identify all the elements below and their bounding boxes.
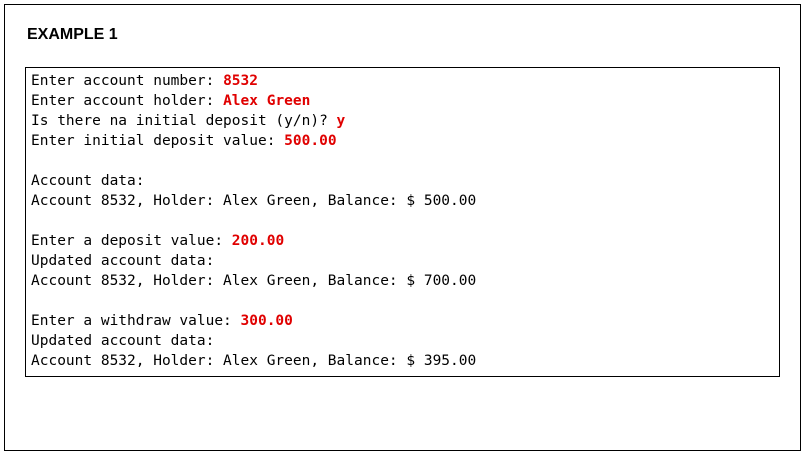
example-title: EXAMPLE 1 <box>27 26 118 43</box>
console-line: Enter initial deposit value: 500.00 <box>31 131 779 151</box>
example-frame: EXAMPLE 1 Enter account number: 8532 Ent… <box>4 4 801 451</box>
console-text: Account 8532, Holder: Alex Green, Balanc… <box>31 353 477 369</box>
console-prompt: Enter account holder: <box>31 93 224 109</box>
console-line: Enter account holder: Alex Green <box>31 91 779 111</box>
console-prompt: Enter initial deposit value: <box>31 133 285 149</box>
console-line: Account 8532, Holder: Alex Green, Balanc… <box>31 191 779 211</box>
console-text: Account 8532, Holder: Alex Green, Balanc… <box>31 273 477 289</box>
console-line: Account 8532, Holder: Alex Green, Balanc… <box>31 351 779 371</box>
console-line: Updated account data: <box>31 331 779 351</box>
console-output: Enter account number: 8532 Enter account… <box>25 67 780 377</box>
console-input: 300.00 <box>240 313 293 329</box>
console-input: Alex Green <box>223 93 311 109</box>
console-input: 500.00 <box>284 133 337 149</box>
console-line: Enter a withdraw value: 300.00 <box>31 311 779 331</box>
console-prompt: Enter a deposit value: <box>31 233 232 249</box>
console-line: Enter account number: 8532 <box>31 71 779 91</box>
console-text: Account 8532, Holder: Alex Green, Balanc… <box>31 193 477 209</box>
console-line: Account data: <box>31 171 779 191</box>
console-text: Updated account data: <box>31 253 215 269</box>
console-input: y <box>336 113 346 129</box>
console-line: Updated account data: <box>31 251 779 271</box>
console-prompt: Is there na initial deposit (y/n)? <box>31 113 337 129</box>
console-text: Account data: <box>31 173 145 189</box>
console-prompt: Enter a withdraw value: <box>31 313 241 329</box>
console-line: Is there na initial deposit (y/n)? y <box>31 111 779 131</box>
console-input: 8532 <box>223 73 258 89</box>
console-line: Enter a deposit value: 200.00 <box>31 231 779 251</box>
console-text: Updated account data: <box>31 333 215 349</box>
console-prompt: Enter account number: <box>31 73 224 89</box>
console-line: Account 8532, Holder: Alex Green, Balanc… <box>31 271 779 291</box>
console-input: 200.00 <box>231 233 285 249</box>
